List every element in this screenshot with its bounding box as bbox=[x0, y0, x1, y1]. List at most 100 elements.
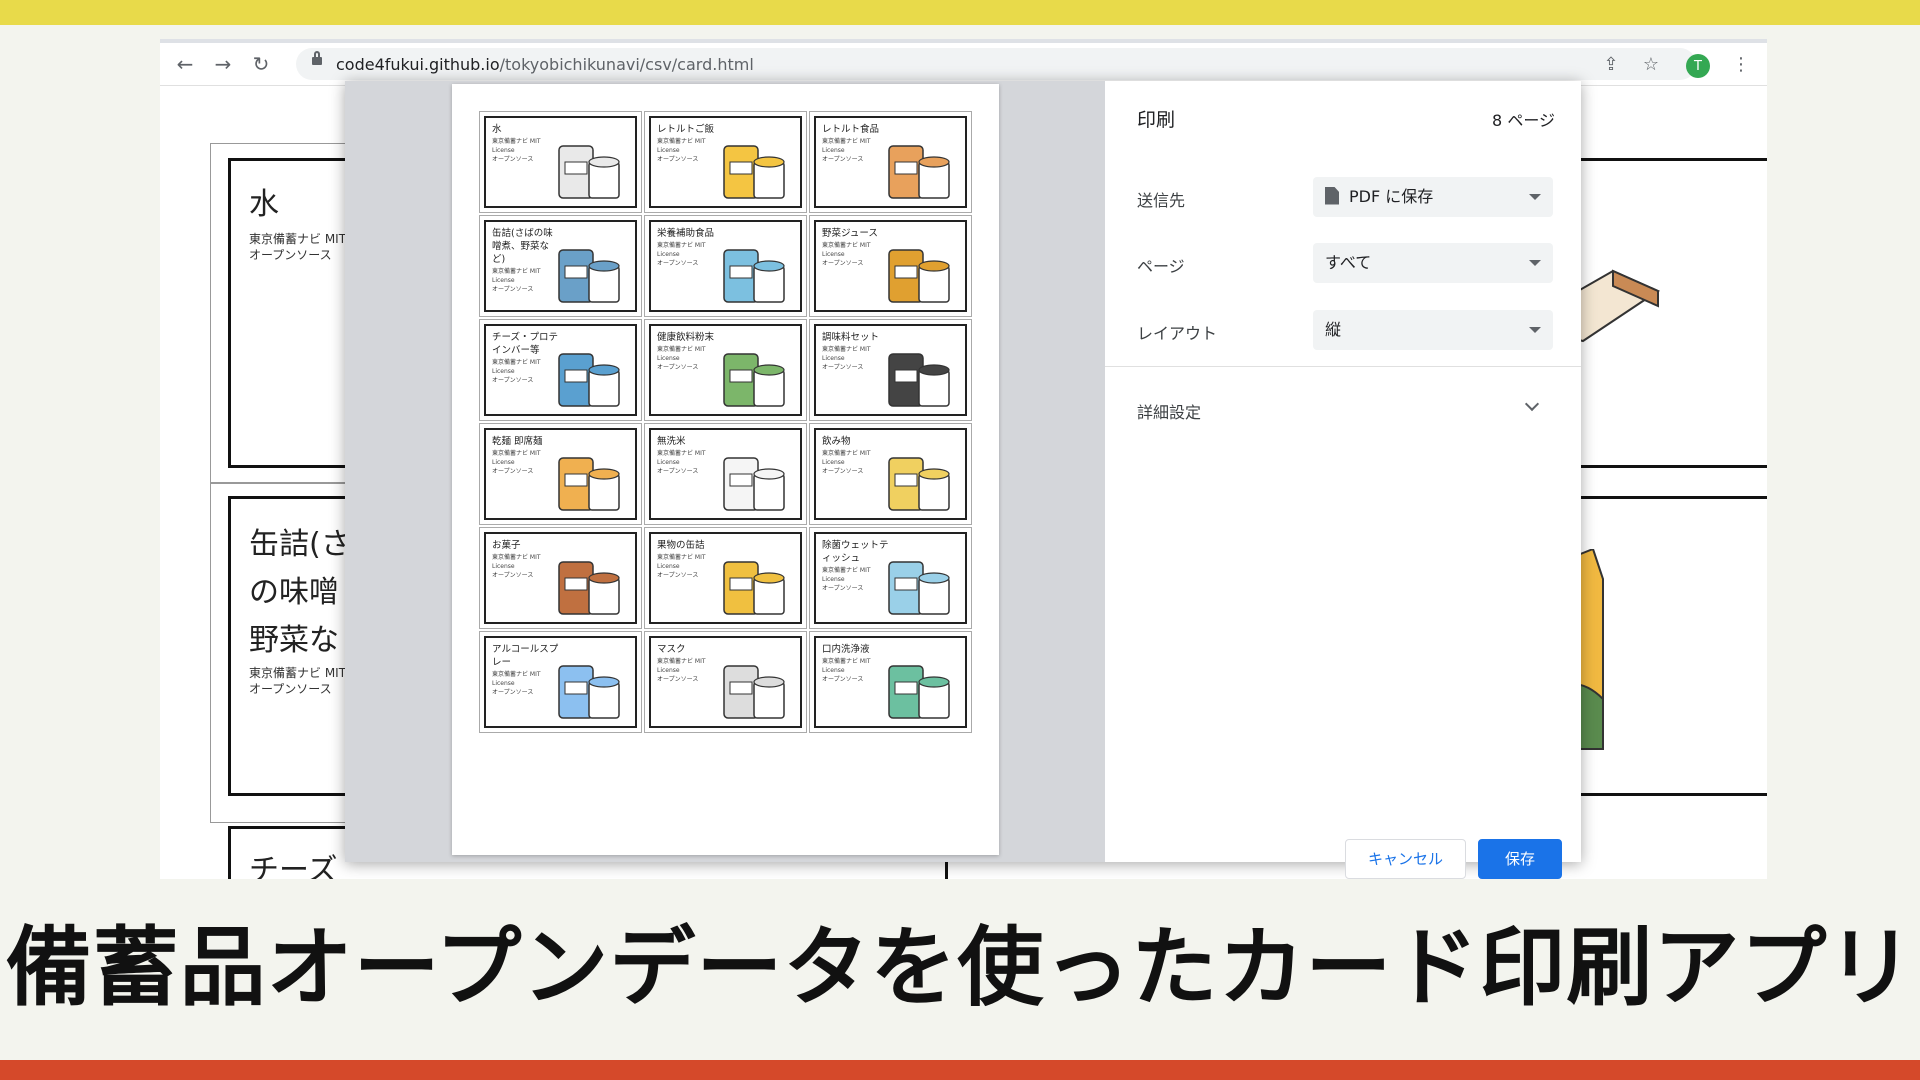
snacks-image bbox=[558, 561, 620, 615]
preview-card-meta: 東京備蓄ナビ MIT License オープンソース bbox=[657, 450, 706, 475]
save-button[interactable]: 保存 bbox=[1478, 839, 1562, 879]
preview-card-meta: 東京備蓄ナビ MIT License オープンソース bbox=[822, 450, 871, 475]
bg-card-title: 缶詰(さ の味噌 野菜な bbox=[249, 527, 351, 658]
retort-food-image bbox=[888, 145, 950, 199]
layout-value: 縦 bbox=[1325, 320, 1342, 339]
preview-sheet: 水東京備蓄ナビ MIT License オープンソース レトルトご飯 東京備蓄ナビ … bbox=[452, 84, 999, 855]
preview-card-frame: 果物の缶詰 東京備蓄ナビ MIT License オープンソース bbox=[649, 532, 802, 624]
bg-card-meta: 東京備蓄ナビ MIT オープンソース bbox=[249, 666, 347, 696]
preview-card-frame: レトルト食品 東京備蓄ナビ MIT License オープンソース bbox=[814, 116, 967, 208]
reload-icon[interactable]: ↻ bbox=[246, 49, 276, 79]
vegetable-juice-image bbox=[888, 249, 950, 303]
wet-tissue-image bbox=[888, 561, 950, 615]
preview-card: 水東京備蓄ナビ MIT License オープンソース bbox=[479, 111, 642, 213]
page-count: 8 ページ bbox=[1492, 111, 1555, 130]
preview-card: 乾麺 即席麺 東京備蓄ナビ MIT License オープンソース bbox=[479, 423, 642, 525]
preview-card: お菓子 東京備蓄ナビ MIT License オープンソース bbox=[479, 527, 642, 629]
preview-card-frame: アルコールスプレー 東京備蓄ナビ MIT License オープンソース bbox=[484, 636, 637, 728]
preview-card: 調味料セット 東京備蓄ナビ MIT License オープンソース bbox=[809, 319, 972, 421]
forward-arrow-icon[interactable]: → bbox=[208, 49, 238, 79]
preview-card: 果物の缶詰 東京備蓄ナビ MIT License オープンソース bbox=[644, 527, 807, 629]
water-bottles-image bbox=[558, 145, 620, 199]
preview-card: レトルトご飯 東京備蓄ナビ MIT License オープンソース bbox=[644, 111, 807, 213]
preview-card-meta: 東京備蓄ナビ MIT License オープンソース bbox=[657, 138, 706, 163]
preview-card: 飲み物 東京備蓄ナビ MIT License オープンソース bbox=[809, 423, 972, 525]
layout-select[interactable]: 縦 bbox=[1313, 310, 1553, 350]
pages-value: すべて bbox=[1325, 253, 1372, 272]
preview-card-frame: レトルトご飯 東京備蓄ナビ MIT License オープンソース bbox=[649, 116, 802, 208]
preview-card-meta: 東京備蓄ナビ MIT License オープンソース bbox=[822, 242, 871, 267]
preview-card: 無洗米 東京備蓄ナビ MIT License オープンソース bbox=[644, 423, 807, 525]
preview-card-frame: 乾麺 即席麺 東京備蓄ナビ MIT License オープンソース bbox=[484, 428, 637, 520]
lock-icon bbox=[312, 51, 322, 65]
preview-card-frame: 水東京備蓄ナビ MIT License オープンソース bbox=[484, 116, 637, 208]
preview-card-meta: 東京備蓄ナビ MIT License オープンソース bbox=[822, 138, 871, 163]
advanced-settings-toggle[interactable]: 詳細設定 bbox=[1137, 399, 1201, 423]
document-icon bbox=[1325, 186, 1339, 205]
destination-value: PDF に保存 bbox=[1349, 187, 1434, 206]
bg-card-meta: 東京備蓄ナビ MIT オープンソース bbox=[249, 232, 347, 262]
pages-label: ページ bbox=[1137, 257, 1185, 276]
dropdown-caret-icon bbox=[1529, 194, 1541, 200]
cheese-protein-image bbox=[558, 353, 620, 407]
pages-select[interactable]: すべて bbox=[1313, 243, 1553, 283]
dropdown-caret-icon bbox=[1529, 327, 1541, 333]
preview-card: 健康飲料粉末 東京備蓄ナビ MIT License オープンソース bbox=[644, 319, 807, 421]
preview-card-meta: 東京備蓄ナビ MIT License オープンソース bbox=[657, 242, 706, 267]
preview-card-frame: 缶詰(さばの味噌煮、野菜など) 東京備蓄ナビ MIT License オープンソー… bbox=[484, 220, 637, 312]
preview-card: チーズ・プロテインバー等 東京備蓄ナビ MIT License オープンソース bbox=[479, 319, 642, 421]
slide-caption: 備蓄品オープンデータを使ったカード印刷アプリ bbox=[5, 918, 1915, 1018]
preview-card-meta: 東京備蓄ナビ MIT License オープンソース bbox=[657, 554, 706, 579]
preview-card-frame: マスク 東京備蓄ナビ MIT License オープンソース bbox=[649, 636, 802, 728]
address-bar[interactable]: code4fukui.github.io/tokyobichikunavi/cs… bbox=[296, 48, 1696, 80]
print-dialog: 水東京備蓄ナビ MIT License オープンソース レトルトご飯 東京備蓄ナビ … bbox=[345, 81, 1581, 879]
preview-card-frame: 飲み物 東京備蓄ナビ MIT License オープンソース bbox=[814, 428, 967, 520]
retort-rice-image bbox=[723, 145, 785, 199]
back-arrow-icon[interactable]: ← bbox=[170, 49, 200, 79]
preview-card-meta: 東京備蓄ナビ MIT License オープンソース bbox=[822, 346, 871, 371]
star-icon[interactable]: ☆ bbox=[1636, 49, 1666, 79]
nutrition-bars-image bbox=[723, 249, 785, 303]
print-preview-area: 水東京備蓄ナビ MIT License オープンソース レトルトご飯 東京備蓄ナビ … bbox=[345, 81, 1105, 862]
preview-card-meta: 東京備蓄ナビ MIT License オープンソース bbox=[657, 346, 706, 371]
browser-screenshot: ← → ↻ code4fukui.github.io/tokyobichikun… bbox=[160, 39, 1767, 879]
chevron-down-icon[interactable] bbox=[1524, 396, 1540, 412]
preview-card: アルコールスプレー 東京備蓄ナビ MIT License オープンソース bbox=[479, 631, 642, 733]
preview-card-meta: 東京備蓄ナビ MIT License オープンソース bbox=[492, 359, 541, 384]
preview-cards-grid: 水東京備蓄ナビ MIT License オープンソース レトルトご飯 東京備蓄ナビ … bbox=[478, 110, 973, 736]
browser-toolbar: ← → ↻ code4fukui.github.io/tokyobichikun… bbox=[160, 43, 1767, 86]
destination-label: 送信先 bbox=[1137, 191, 1186, 210]
preview-card-frame: 栄養補助食品 東京備蓄ナビ MIT License オープンソース bbox=[649, 220, 802, 312]
preview-card-frame: 無洗米 東京備蓄ナビ MIT License オープンソース bbox=[649, 428, 802, 520]
rice-bag-image bbox=[723, 457, 785, 511]
preview-card-meta: 東京備蓄ナビ MIT License オープンソース bbox=[492, 138, 541, 163]
more-menu-icon[interactable]: ⋮ bbox=[1726, 49, 1756, 79]
preview-card-frame: 除菌ウェットティッシュ 東京備蓄ナビ MIT License オープンソース bbox=[814, 532, 967, 624]
preview-card-frame: 野菜ジュース 東京備蓄ナビ MIT License オープンソース bbox=[814, 220, 967, 312]
share-icon[interactable]: ⇪ bbox=[1596, 49, 1626, 79]
preview-card-frame: 調味料セット 東京備蓄ナビ MIT License オープンソース bbox=[814, 324, 967, 416]
cancel-button[interactable]: キャンセル bbox=[1345, 839, 1466, 879]
canned-food-image bbox=[558, 249, 620, 303]
preview-card: 野菜ジュース 東京備蓄ナビ MIT License オープンソース bbox=[809, 215, 972, 317]
alcohol-spray-image bbox=[558, 665, 620, 719]
drink-powder-image bbox=[723, 353, 785, 407]
preview-card-meta: 東京備蓄ナビ MIT License オープンソース bbox=[492, 450, 541, 475]
preview-card: 缶詰(さばの味噌煮、野菜など) 東京備蓄ナビ MIT License オープンソー… bbox=[479, 215, 642, 317]
preview-card-frame: 健康飲料粉末 東京備蓄ナビ MIT License オープンソース bbox=[649, 324, 802, 416]
preview-card-frame: チーズ・プロテインバー等 東京備蓄ナビ MIT License オープンソース bbox=[484, 324, 637, 416]
mask-image bbox=[723, 665, 785, 719]
bottom-decorative-band bbox=[0, 1060, 1920, 1080]
fruit-cans-image bbox=[723, 561, 785, 615]
seasoning-set-image bbox=[888, 353, 950, 407]
destination-select[interactable]: PDF に保存 bbox=[1313, 177, 1553, 217]
layout-label: レイアウト bbox=[1137, 324, 1218, 343]
dropdown-caret-icon bbox=[1529, 260, 1541, 266]
bg-card-title: チーズ bbox=[249, 853, 338, 879]
print-dialog-title: 印刷 bbox=[1137, 109, 1176, 131]
print-settings-panel: 印刷 8 ページ 送信先 PDF に保存 ページ すべて レイアウト 縦 詳細設… bbox=[1105, 81, 1581, 879]
mouthwash-image bbox=[888, 665, 950, 719]
preview-card: 栄養補助食品 東京備蓄ナビ MIT License オープンソース bbox=[644, 215, 807, 317]
profile-avatar[interactable]: T bbox=[1686, 54, 1710, 78]
bg-card-title: 水 bbox=[249, 187, 279, 222]
